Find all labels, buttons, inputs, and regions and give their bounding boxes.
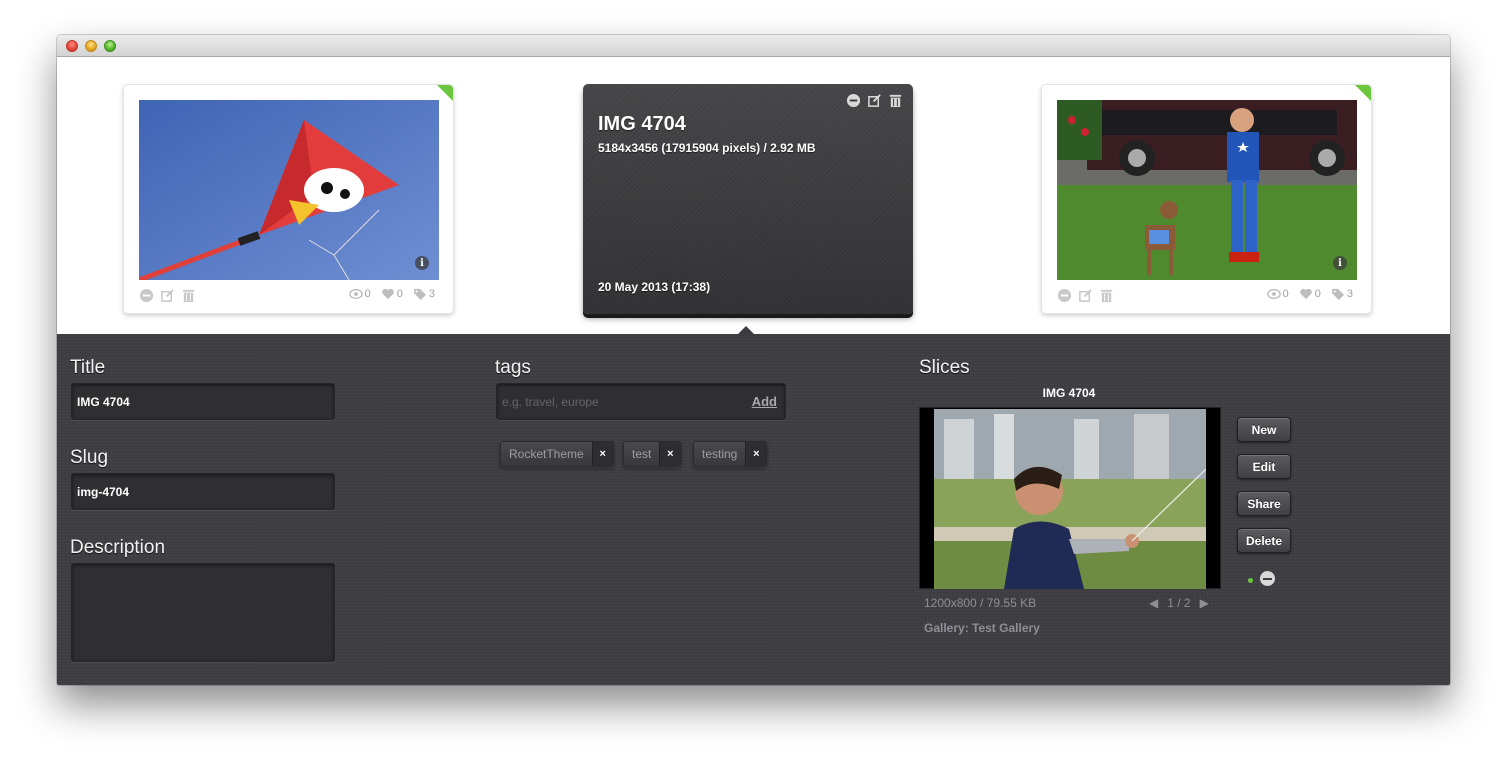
selected-card-tools xyxy=(846,93,903,108)
titlebar xyxy=(57,35,1450,57)
views-count: 0 xyxy=(364,288,371,300)
edit-icon[interactable] xyxy=(160,288,175,303)
edit-icon[interactable] xyxy=(1078,288,1093,303)
tag-label: testing xyxy=(702,447,738,461)
slice-page-indicator: 1 / 2 xyxy=(1167,596,1191,610)
kite-photo xyxy=(139,100,439,280)
slice-preview[interactable] xyxy=(919,407,1221,589)
image-strip: i 0 0 3 IMG 4704 5184x3456 (17915904 pix… xyxy=(57,57,1450,334)
card-stats: 0 0 3 xyxy=(348,288,435,300)
tag-chip: testing × xyxy=(693,441,768,467)
slug-input[interactable]: img-4704 xyxy=(71,473,335,510)
remove-icon[interactable] xyxy=(1057,288,1072,303)
published-corner-badge xyxy=(437,85,453,101)
tag-label: RocketTheme xyxy=(509,447,584,461)
heart-icon xyxy=(381,288,394,300)
details-panel: Title IMG 4704 Slug img-4704 Description… xyxy=(57,334,1450,685)
tag-chip: test × xyxy=(623,441,682,467)
image-card-captain[interactable]: i 0 0 3 xyxy=(1041,84,1372,314)
remove-icon[interactable] xyxy=(1260,571,1275,586)
boy-photo xyxy=(1057,100,1357,280)
tag-chip: RocketTheme × xyxy=(500,441,614,467)
description-textarea[interactable] xyxy=(71,563,335,662)
slug-label: Slug xyxy=(70,447,109,468)
tags-placeholder: e.g. travel, europe xyxy=(502,395,599,409)
next-slice-icon[interactable]: ▶ xyxy=(1200,596,1209,610)
close-window-button[interactable] xyxy=(66,40,78,52)
add-tag-link[interactable]: Add xyxy=(752,394,777,409)
tags-label: tags xyxy=(495,357,531,378)
title-label: Title xyxy=(70,357,106,378)
published-corner-badge xyxy=(1355,85,1371,101)
tag-label: test xyxy=(632,447,652,461)
title-input[interactable]: IMG 4704 xyxy=(71,383,335,420)
tags-count: 3 xyxy=(1346,288,1353,300)
image-thumbnail[interactable]: i xyxy=(139,100,439,280)
trash-icon[interactable] xyxy=(1099,288,1114,303)
status-dot xyxy=(1248,578,1253,583)
tag-icon xyxy=(1331,288,1344,300)
prev-slice-icon[interactable]: ◀ xyxy=(1149,596,1158,610)
slices-label: Slices xyxy=(919,357,970,378)
remove-icon[interactable] xyxy=(846,93,861,108)
card-stats: 0 0 3 xyxy=(1266,288,1353,300)
tags-count: 3 xyxy=(428,288,435,300)
selected-image-dimensions: 5184x3456 (17915904 pixels) / 2.92 MB xyxy=(598,141,816,155)
slice-photo xyxy=(934,409,1206,589)
slice-gallery: Gallery: Test Gallery xyxy=(924,621,1040,635)
selected-image-card[interactable]: IMG 4704 5184x3456 (17915904 pixels) / 2… xyxy=(583,84,913,314)
heart-icon xyxy=(1299,288,1312,300)
selection-pointer xyxy=(738,326,754,334)
card-tools xyxy=(1057,288,1114,303)
remove-icon[interactable] xyxy=(139,288,154,303)
views-count: 0 xyxy=(1282,288,1289,300)
trash-icon[interactable] xyxy=(181,288,196,303)
slice-meta: 1200x800 / 79.55 KB xyxy=(924,596,1037,610)
remove-tag-icon[interactable]: × xyxy=(659,442,681,466)
tags-input[interactable]: e.g. travel, europe Add xyxy=(496,383,786,420)
app-window: i 0 0 3 IMG 4704 5184x3456 (17915904 pix… xyxy=(57,35,1450,685)
delete-slice-button[interactable]: Delete xyxy=(1237,528,1291,553)
share-slice-button[interactable]: Share xyxy=(1237,491,1291,516)
eye-icon xyxy=(348,288,363,300)
trash-icon[interactable] xyxy=(888,93,903,108)
eye-icon xyxy=(1266,288,1281,300)
likes-count: 0 xyxy=(1314,288,1321,300)
edit-icon[interactable] xyxy=(867,93,882,108)
new-slice-button[interactable]: New xyxy=(1237,417,1291,442)
tag-icon xyxy=(413,288,426,300)
remove-tag-icon[interactable]: × xyxy=(591,442,613,466)
remove-tag-icon[interactable]: × xyxy=(745,442,767,466)
minimize-window-button[interactable] xyxy=(85,40,97,52)
likes-count: 0 xyxy=(396,288,403,300)
edit-slice-button[interactable]: Edit xyxy=(1237,454,1291,479)
info-icon[interactable]: i xyxy=(415,256,429,270)
info-icon[interactable]: i xyxy=(1333,256,1347,270)
image-thumbnail[interactable]: i xyxy=(1057,100,1357,280)
slice-pager: ◀ 1 / 2 ▶ xyxy=(1149,596,1209,610)
zoom-window-button[interactable] xyxy=(104,40,116,52)
selected-image-date: 20 May 2013 (17:38) xyxy=(598,280,711,294)
card-tools xyxy=(139,288,196,303)
description-label: Description xyxy=(70,537,166,558)
selected-image-title: IMG 4704 xyxy=(598,113,686,135)
slice-title: IMG 4704 xyxy=(1042,386,1096,400)
image-card-kite[interactable]: i 0 0 3 xyxy=(123,84,454,314)
boy-with-kite-photo xyxy=(934,409,1206,589)
